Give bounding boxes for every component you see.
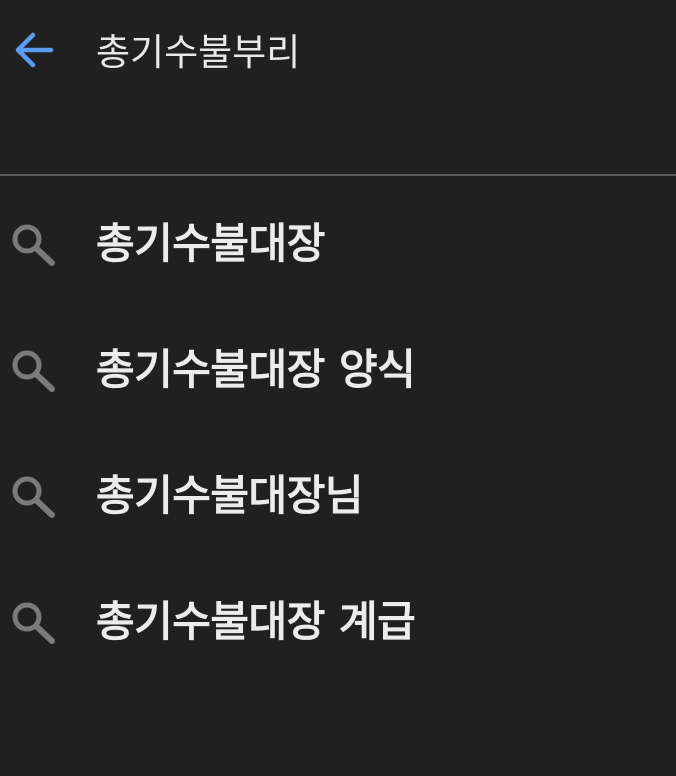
- suggestion-label: 총기수불대장 양식: [96, 345, 416, 394]
- suggestion-item[interactable]: 총기수불대장 양식: [0, 302, 676, 428]
- arrow-left-icon: [15, 32, 54, 68]
- search-icon: [12, 350, 55, 392]
- suggestion-label: 총기수불대장님: [96, 471, 363, 520]
- suggestion-item[interactable]: 총기수불대장님: [0, 428, 676, 554]
- suggestion-label: 총기수불대장: [96, 219, 325, 268]
- search-page: 총기수불대장 총기수불대장 양식 총기수불대장님 총기수불대장 계급: [0, 0, 676, 776]
- suggestion-list: 총기수불대장 총기수불대장 양식 총기수불대장님 총기수불대장 계급: [0, 176, 676, 680]
- back-button[interactable]: [6, 22, 62, 78]
- search-icon: [12, 476, 55, 518]
- suggestion-label: 총기수불대장 계급: [96, 597, 416, 646]
- search-input[interactable]: [96, 20, 656, 78]
- search-icon: [12, 224, 55, 266]
- suggestion-item[interactable]: 총기수불대장: [0, 176, 676, 302]
- search-bar: [0, 0, 676, 175]
- suggestion-item[interactable]: 총기수불대장 계급: [0, 554, 676, 680]
- search-icon: [12, 602, 55, 644]
